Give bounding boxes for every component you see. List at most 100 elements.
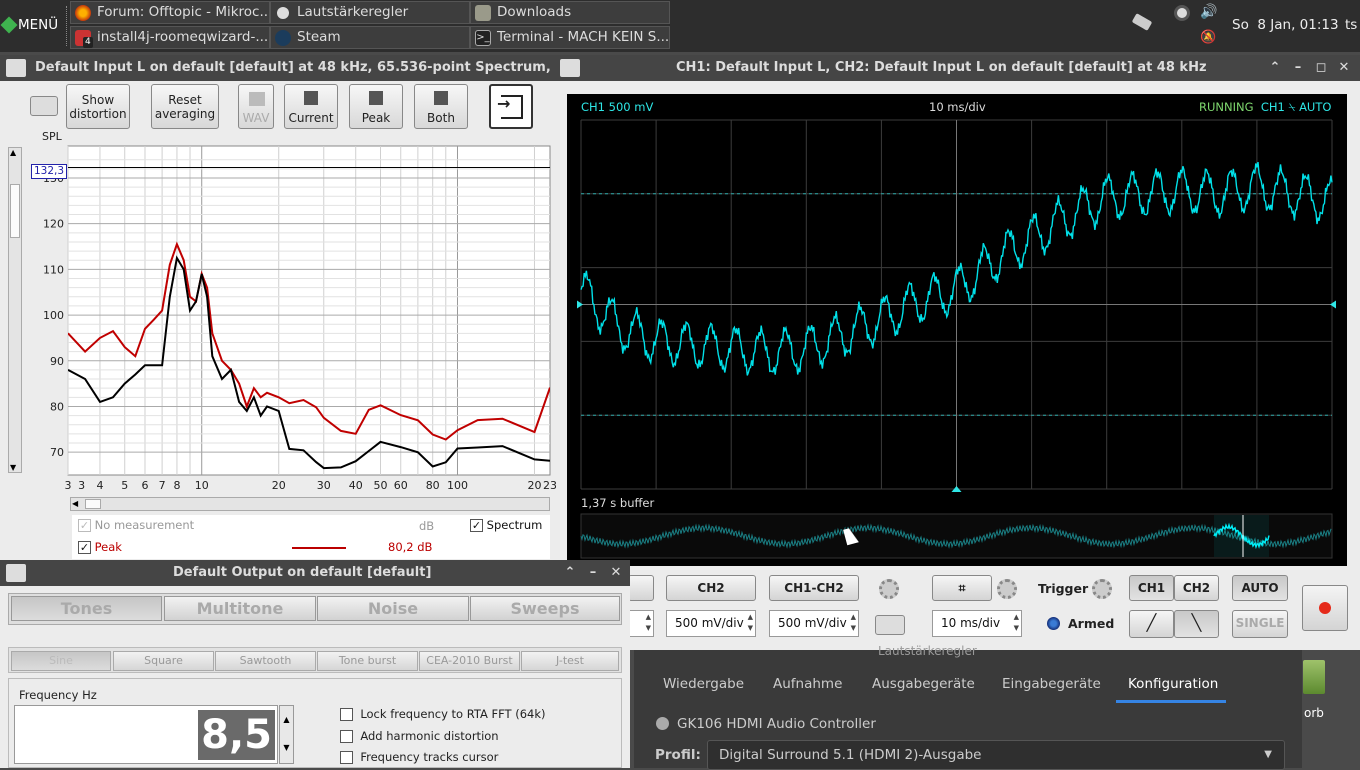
task-terminal[interactable]: >_ Terminal - MACH KEIN S... — [470, 26, 670, 49]
wave-square[interactable]: Square — [113, 651, 214, 671]
gear-icon[interactable] — [879, 579, 899, 599]
checkbox-spectrum[interactable]: ✓ — [470, 519, 483, 532]
wave-tone-burst[interactable]: Tone burst — [317, 651, 418, 671]
option-label: Lock frequency to RTA FFT (64k) — [360, 707, 546, 721]
checkbox[interactable] — [340, 751, 353, 764]
peak-line-sample — [292, 547, 346, 549]
record-button[interactable] — [1302, 585, 1348, 631]
notifications-off-icon[interactable]: 🔕 — [1200, 30, 1216, 45]
scroll-thumb[interactable] — [85, 499, 101, 509]
mixer-tab-1[interactable]: Aufnahme — [773, 676, 842, 692]
y-tick-label: 80 — [50, 400, 64, 413]
checkbox[interactable] — [340, 730, 353, 743]
save-current-button[interactable]: Current — [284, 84, 338, 129]
maximize-icon[interactable]: ◻ — [1311, 55, 1331, 81]
scope-waveform-chart[interactable] — [567, 94, 1347, 566]
button-label: Current — [288, 111, 334, 125]
wave-cea-burst[interactable]: CEA-2010 Burst — [419, 651, 520, 671]
ch2-div-spinner[interactable]: 500 mV/div — [666, 610, 756, 637]
tab-multitone[interactable]: Multitone — [164, 596, 316, 621]
rta-hscroll[interactable]: ◀ — [70, 497, 550, 511]
close-icon[interactable]: ✕ — [606, 560, 626, 586]
scope-titlebar[interactable]: CH1: Default Input L, CH2: Default Input… — [556, 55, 1360, 81]
show-distortion-button[interactable]: Show distortion — [66, 84, 130, 129]
close-icon[interactable]: ✕ — [1334, 55, 1354, 81]
generator-titlebar[interactable]: Default Output on default [default] ⌃ – … — [0, 560, 630, 586]
trigger-ch2-button[interactable]: CH2 — [1174, 575, 1219, 601]
gear-icon[interactable] — [1092, 579, 1112, 599]
x-tick-label: 50 — [373, 479, 387, 492]
desktop-icon-label[interactable]: orb — [1304, 706, 1324, 720]
mixer-tab-2[interactable]: Ausgabegeräte — [872, 676, 975, 692]
x-tick-label: 3 — [65, 479, 72, 492]
ch2-button[interactable]: CH2 — [666, 575, 756, 601]
task-volume[interactable]: Lautstärkeregler — [270, 1, 470, 24]
wave-sawtooth[interactable]: Sawtooth — [215, 651, 316, 671]
option-lock-frequency[interactable]: Lock frequency to RTA FFT (64k) — [340, 707, 546, 721]
task-label: Downloads — [497, 4, 572, 20]
y-tick-label: 110 — [43, 263, 64, 276]
crosshair-button[interactable]: ⌗ — [932, 575, 992, 601]
keep-above-icon[interactable]: ⌃ — [1265, 55, 1285, 81]
checkbox[interactable] — [340, 708, 353, 721]
checkbox-no-measurement[interactable]: ✓ — [78, 519, 91, 532]
tab-tones[interactable]: Tones — [11, 596, 162, 621]
button-label: Both — [427, 111, 455, 125]
rising-edge-button[interactable]: ╱ — [1129, 610, 1174, 638]
tab-noise[interactable]: Noise — [317, 596, 469, 621]
legend-unit: dB — [419, 519, 435, 533]
mixer-tab-4[interactable]: Konfiguration — [1128, 676, 1218, 692]
x-tick-label: 8 — [173, 479, 180, 492]
mixer-window: Lautstärkeregler Wiedergabe Aufnahme Aus… — [634, 644, 1302, 770]
scroll-left-icon[interactable]: ◀ — [72, 499, 78, 508]
save-both-button[interactable]: Both — [414, 84, 468, 129]
mixer-tab-3[interactable]: Eingabegeräte — [1002, 676, 1101, 692]
minimize-icon[interactable]: – — [1288, 55, 1308, 81]
clock[interactable]: So 8 Jan, 01:13 — [1232, 17, 1339, 33]
wave-sine[interactable]: Sine — [11, 651, 111, 671]
gear-icon[interactable] — [997, 579, 1017, 599]
menu-button[interactable]: MENÜ — [0, 12, 68, 38]
minimize-icon[interactable]: – — [583, 560, 603, 586]
camera-icon[interactable] — [30, 96, 58, 116]
wave-j-test[interactable]: J-test — [521, 651, 619, 671]
export-button[interactable]: → — [489, 84, 533, 129]
falling-edge-button[interactable]: ╲ — [1174, 610, 1219, 638]
mixer-tab-0[interactable]: Wiedergabe — [663, 676, 744, 692]
desktop-trash-icon[interactable] — [1303, 660, 1325, 694]
task-badge: 4 — [83, 37, 93, 48]
checkbox-peak[interactable]: ✓ — [78, 541, 91, 554]
frequency-spinner[interactable]: ▲ ▼ — [279, 705, 294, 764]
rta-spectrum-chart[interactable]: 1301201101009080703345678102030405060801… — [0, 140, 556, 500]
volume-icon[interactable]: 🔊 — [1200, 4, 1217, 20]
frequency-input[interactable]: 8,5 — [14, 705, 278, 764]
option-harmonic[interactable]: Add harmonic distortion — [340, 729, 499, 743]
task-steam[interactable]: Steam — [270, 26, 470, 49]
cursor-value-label: 132,3 — [31, 164, 67, 179]
spectrum-toggle[interactable]: ✓ Spectrum — [470, 518, 543, 532]
task-firefox[interactable]: Forum: Offtopic - Mikroc... — [70, 1, 270, 24]
camera-icon[interactable] — [875, 615, 905, 635]
reset-averaging-button[interactable]: Reset averaging — [151, 84, 219, 129]
ch1-div-partial[interactable] — [628, 610, 654, 637]
diff-div-spinner[interactable]: 500 mV/div — [769, 610, 859, 637]
time-div-spinner[interactable]: 10 ms/div — [932, 610, 1022, 637]
user-label[interactable]: ts — [1345, 17, 1357, 33]
trigger-ch1-button[interactable]: CH1 — [1129, 575, 1174, 601]
profile-select[interactable]: Digital Surround 5.1 (HDMI 2)-Ausgabe ▼ — [707, 740, 1285, 770]
save-peak-button[interactable]: Peak — [349, 84, 403, 129]
button-label: Show distortion — [69, 93, 127, 121]
task-installer[interactable]: 4 install4j-roomeqwizard-... — [70, 26, 270, 49]
steam-tray-icon[interactable] — [1174, 5, 1190, 21]
profile-value: Digital Surround 5.1 (HDMI 2)-Ausgabe — [719, 747, 982, 763]
task-downloads[interactable]: Downloads — [470, 1, 670, 24]
option-tracks-cursor[interactable]: Frequency tracks cursor — [340, 750, 498, 764]
ch1-button-partial[interactable] — [628, 575, 654, 601]
ch1-ch2-button[interactable]: CH1-CH2 — [769, 575, 859, 601]
keep-above-icon[interactable]: ⌃ — [560, 560, 580, 586]
auto-button[interactable]: AUTO — [1232, 575, 1288, 601]
tab-sweeps[interactable]: Sweeps — [470, 596, 620, 621]
rta-titlebar[interactable]: Default Input L on default [default] at … — [0, 55, 556, 81]
menu-icon — [0, 16, 18, 34]
network-icon[interactable] — [1131, 13, 1153, 31]
